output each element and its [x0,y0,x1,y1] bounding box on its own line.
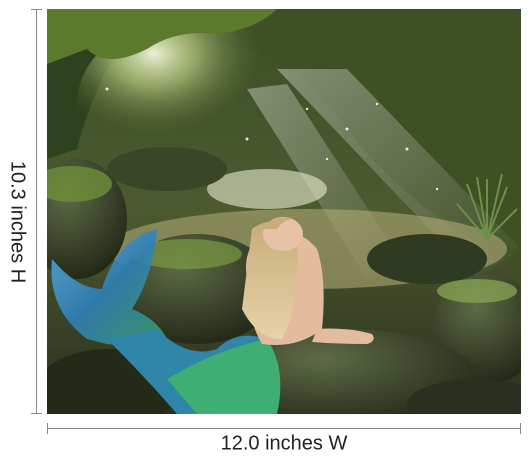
height-dimension-cap-bottom [31,413,42,414]
width-dimension-line [47,428,521,429]
wall-decal-artwork [47,9,521,414]
height-dimension-line [36,9,37,414]
width-dimension-cap-right [520,423,521,434]
height-label: 10.3 inches H [5,156,29,288]
height-dimension-cap-top [31,9,42,10]
width-dimension-cap-left [47,423,48,434]
mermaid-cave-image [47,9,521,414]
width-label: 12.0 inches W [216,432,352,456]
